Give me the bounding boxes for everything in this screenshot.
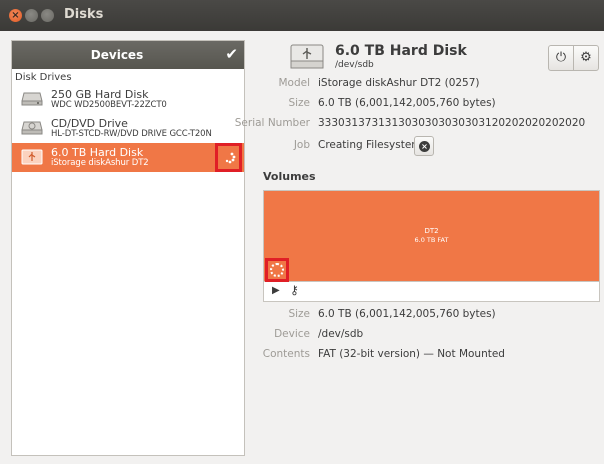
title-bar: × Disks [0,0,604,31]
partition-busy-highlight [265,258,289,282]
window-title: Disks [64,7,104,22]
serial-label: Serial Number [234,117,310,129]
vol-contents-row: Contents FAT (32-bit version) — Not Moun… [255,348,604,368]
model-label: Model [278,77,310,89]
drive-item-250gb[interactable]: 250 GB Hard Disk WDC WD2500BEVT-22ZCT0 [12,85,244,114]
minimize-button[interactable] [25,9,38,22]
maximize-button[interactable] [41,9,54,22]
model-value: iStorage diskAshur DT2 (0257) [318,77,480,89]
section-disk-drives: Disk Drives [15,72,72,83]
drive-model: HL-DT-STCD-RW/DVD DRIVE GCC-T20N [51,129,212,139]
size-label: Size [288,97,310,109]
vol-device-value: /dev/sdb [318,328,364,340]
vol-device-row: Device /dev/sdb [255,328,604,348]
devices-header: Devices ✔ [12,41,244,69]
model-row: Model iStorage diskAshur DT2 (0257) [255,77,604,97]
hard-disk-icon [21,92,43,106]
disk-details-panel: 6.0 TB Hard Disk /dev/sdb ⏻ ⚙ Model iSto… [235,40,604,464]
vol-contents-value: FAT (32-bit version) — Not Mounted [318,348,505,360]
mount-play-icon[interactable]: ▶ [272,285,280,296]
busy-spinner-icon [225,152,236,164]
power-off-button[interactable]: ⏻ [548,45,574,71]
partition-description: 6.0 TB FAT [414,236,449,244]
close-icon: × [11,10,20,21]
cancel-icon: × [419,141,430,152]
volume-toolbar: ▶ ⚷ [263,282,600,302]
partition-options-icon[interactable]: ⚷ [290,283,299,297]
drive-model: WDC WD2500BEVT-22ZCT0 [51,100,167,110]
drive-model: iStorage diskAshur DT2 [51,158,149,168]
devices-header-label: Devices [90,48,144,62]
close-button[interactable]: × [9,9,22,22]
busy-spinner-highlight [215,143,242,172]
serial-row: Serial Number 33303137313130303030303031… [235,117,604,137]
power-icon: ⏻ [555,50,567,65]
volumes-heading: Volumes [263,170,316,183]
cancel-job-button[interactable]: × [414,136,434,156]
disk-title: 6.0 TB Hard Disk [335,43,467,59]
checkmark-icon[interactable]: ✔ [225,45,238,63]
job-row: Job Creating Filesystem × [255,136,604,159]
drive-item-6tb[interactable]: 6.0 TB Hard Disk iStorage diskAshur DT2 [12,143,244,172]
optical-drive-icon [21,121,43,135]
size-row: Size 6.0 TB (6,001,142,005,760 bytes) [255,97,604,117]
vol-size-value: 6.0 TB (6,001,142,005,760 bytes) [318,308,496,320]
partition-name: DT2 [424,227,439,235]
vol-size-label: Size [288,308,310,320]
vol-size-row: Size 6.0 TB (6,001,142,005,760 bytes) [255,308,604,328]
drive-item-cd-dvd[interactable]: CD/DVD Drive HL-DT-STCD-RW/DVD DRIVE GCC… [12,114,244,143]
serial-value: 3330313731313030303030303120202020202020 [318,117,586,129]
drive-options-button[interactable]: ⚙ [573,45,599,71]
usb-disk-icon [290,44,324,69]
volume-partition[interactable]: DT2 6.0 TB FAT [263,190,600,282]
gear-icon: ⚙ [580,50,592,65]
disk-device-path: /dev/sdb [335,60,374,70]
job-value: Creating Filesystem [318,139,422,151]
vol-device-label: Device [274,328,310,340]
job-label: Job [293,139,310,151]
usb-disk-icon [21,149,43,165]
vol-contents-label: Contents [262,348,310,360]
busy-spinner-icon [270,263,284,277]
devices-sidebar: Devices ✔ Disk Drives 250 GB Hard Disk W… [11,40,245,456]
size-value: 6.0 TB (6,001,142,005,760 bytes) [318,97,496,109]
